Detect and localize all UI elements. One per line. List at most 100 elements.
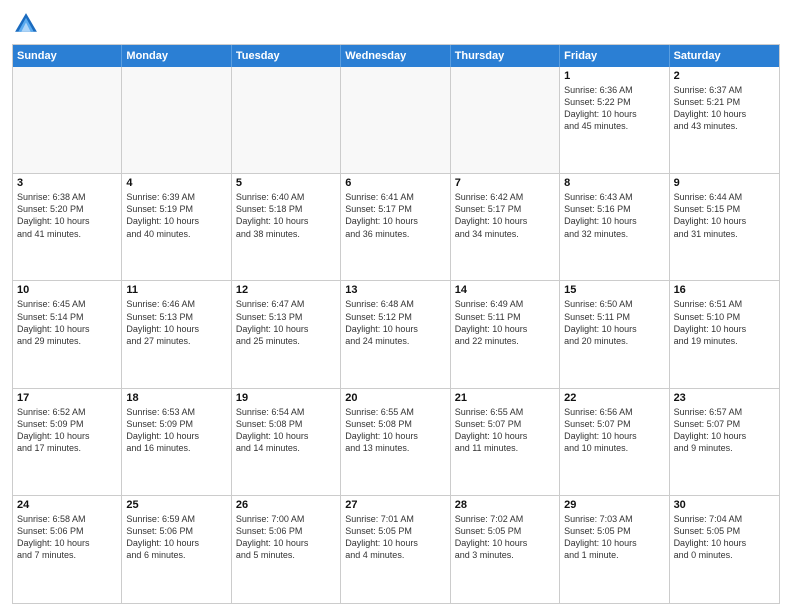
logo-icon bbox=[12, 10, 40, 38]
calendar-cell: 13 Sunrise: 6:48 AM Sunset: 5:12 PM Dayli… bbox=[341, 281, 450, 387]
weekday-header: Thursday bbox=[451, 45, 560, 67]
calendar-cell: 9 Sunrise: 6:44 AM Sunset: 5:15 PM Daylig… bbox=[670, 174, 779, 280]
calendar-cell: 15 Sunrise: 6:50 AM Sunset: 5:11 PM Dayli… bbox=[560, 281, 669, 387]
day-info: Sunrise: 6:50 AM Sunset: 5:11 PM Dayligh… bbox=[564, 298, 664, 347]
day-number: 21 bbox=[455, 392, 555, 404]
day-info: Sunrise: 6:55 AM Sunset: 5:08 PM Dayligh… bbox=[345, 406, 445, 455]
day-info: Sunrise: 6:53 AM Sunset: 5:09 PM Dayligh… bbox=[126, 406, 226, 455]
day-number: 28 bbox=[455, 499, 555, 511]
calendar-cell: 8 Sunrise: 6:43 AM Sunset: 5:16 PM Daylig… bbox=[560, 174, 669, 280]
day-number: 12 bbox=[236, 284, 336, 296]
calendar-cell: 22 Sunrise: 6:56 AM Sunset: 5:07 PM Dayli… bbox=[560, 389, 669, 495]
calendar-cell: 10Sunrise: 6:45 AM Sunset: 5:14 PM Dayli… bbox=[13, 281, 122, 387]
day-number: 11 bbox=[126, 284, 226, 296]
day-number: 9 bbox=[674, 177, 775, 189]
day-number: 19 bbox=[236, 392, 336, 404]
calendar-cell: 4 Sunrise: 6:39 AM Sunset: 5:19 PM Daylig… bbox=[122, 174, 231, 280]
day-number: 16 bbox=[674, 284, 775, 296]
day-info: Sunrise: 6:48 AM Sunset: 5:12 PM Dayligh… bbox=[345, 298, 445, 347]
page: SundayMondayTuesdayWednesdayThursdayFrid… bbox=[0, 0, 792, 612]
day-info: Sunrise: 7:02 AM Sunset: 5:05 PM Dayligh… bbox=[455, 513, 555, 562]
logo bbox=[12, 10, 44, 38]
calendar-cell: 11 Sunrise: 6:46 AM Sunset: 5:13 PM Dayli… bbox=[122, 281, 231, 387]
day-number: 24 bbox=[17, 499, 117, 511]
day-info: Sunrise: 6:37 AM Sunset: 5:21 PM Dayligh… bbox=[674, 84, 775, 133]
day-info: Sunrise: 6:54 AM Sunset: 5:08 PM Dayligh… bbox=[236, 406, 336, 455]
day-number: 18 bbox=[126, 392, 226, 404]
day-number: 3 bbox=[17, 177, 117, 189]
day-number: 22 bbox=[564, 392, 664, 404]
day-info: Sunrise: 6:47 AM Sunset: 5:13 PM Dayligh… bbox=[236, 298, 336, 347]
calendar-body: 1Sunrise: 6:36 AM Sunset: 5:22 PM Daylig… bbox=[13, 67, 779, 603]
day-number: 27 bbox=[345, 499, 445, 511]
calendar-cell: 18 Sunrise: 6:53 AM Sunset: 5:09 PM Dayli… bbox=[122, 389, 231, 495]
calendar-row: 1Sunrise: 6:36 AM Sunset: 5:22 PM Daylig… bbox=[13, 67, 779, 174]
weekday-header: Monday bbox=[122, 45, 231, 67]
day-info: Sunrise: 6:46 AM Sunset: 5:13 PM Dayligh… bbox=[126, 298, 226, 347]
weekday-header: Sunday bbox=[13, 45, 122, 67]
calendar-cell: 28 Sunrise: 7:02 AM Sunset: 5:05 PM Dayli… bbox=[451, 496, 560, 603]
day-number: 30 bbox=[674, 499, 775, 511]
day-info: Sunrise: 6:40 AM Sunset: 5:18 PM Dayligh… bbox=[236, 191, 336, 240]
day-info: Sunrise: 6:55 AM Sunset: 5:07 PM Dayligh… bbox=[455, 406, 555, 455]
day-info: Sunrise: 7:00 AM Sunset: 5:06 PM Dayligh… bbox=[236, 513, 336, 562]
calendar-cell: 5 Sunrise: 6:40 AM Sunset: 5:18 PM Daylig… bbox=[232, 174, 341, 280]
day-number: 13 bbox=[345, 284, 445, 296]
day-number: 29 bbox=[564, 499, 664, 511]
calendar-row: 3Sunrise: 6:38 AM Sunset: 5:20 PM Daylig… bbox=[13, 174, 779, 281]
day-info: Sunrise: 7:01 AM Sunset: 5:05 PM Dayligh… bbox=[345, 513, 445, 562]
day-info: Sunrise: 6:42 AM Sunset: 5:17 PM Dayligh… bbox=[455, 191, 555, 240]
day-info: Sunrise: 6:41 AM Sunset: 5:17 PM Dayligh… bbox=[345, 191, 445, 240]
day-number: 2 bbox=[674, 70, 775, 82]
calendar-cell: 24 Sunrise: 6:58 AM Sunset: 5:06 PM Dayli… bbox=[13, 496, 122, 603]
calendar-row: 24 Sunrise: 6:58 AM Sunset: 5:06 PM Dayli… bbox=[13, 496, 779, 603]
calendar-cell bbox=[122, 67, 231, 173]
calendar-cell: 27 Sunrise: 7:01 AM Sunset: 5:05 PM Dayli… bbox=[341, 496, 450, 603]
day-number: 20 bbox=[345, 392, 445, 404]
day-number: 8 bbox=[564, 177, 664, 189]
calendar-cell: 16 Sunrise: 6:51 AM Sunset: 5:10 PM Dayli… bbox=[670, 281, 779, 387]
day-info: Sunrise: 6:57 AM Sunset: 5:07 PM Dayligh… bbox=[674, 406, 775, 455]
day-info: Sunrise: 6:59 AM Sunset: 5:06 PM Dayligh… bbox=[126, 513, 226, 562]
calendar-row: 10Sunrise: 6:45 AM Sunset: 5:14 PM Dayli… bbox=[13, 281, 779, 388]
calendar-cell: 21 Sunrise: 6:55 AM Sunset: 5:07 PM Dayli… bbox=[451, 389, 560, 495]
weekday-header: Saturday bbox=[670, 45, 779, 67]
day-number: 5 bbox=[236, 177, 336, 189]
day-info: Sunrise: 7:03 AM Sunset: 5:05 PM Dayligh… bbox=[564, 513, 664, 562]
calendar-cell: 30 Sunrise: 7:04 AM Sunset: 5:05 PM Dayli… bbox=[670, 496, 779, 603]
calendar-cell: 26 Sunrise: 7:00 AM Sunset: 5:06 PM Dayli… bbox=[232, 496, 341, 603]
day-info: Sunrise: 6:44 AM Sunset: 5:15 PM Dayligh… bbox=[674, 191, 775, 240]
day-info: Sunrise: 6:58 AM Sunset: 5:06 PM Dayligh… bbox=[17, 513, 117, 562]
calendar-cell: 17 Sunrise: 6:52 AM Sunset: 5:09 PM Dayli… bbox=[13, 389, 122, 495]
day-number: 23 bbox=[674, 392, 775, 404]
calendar-cell: 19 Sunrise: 6:54 AM Sunset: 5:08 PM Dayli… bbox=[232, 389, 341, 495]
day-number: 26 bbox=[236, 499, 336, 511]
day-info: Sunrise: 7:04 AM Sunset: 5:05 PM Dayligh… bbox=[674, 513, 775, 562]
day-info: Sunrise: 6:39 AM Sunset: 5:19 PM Dayligh… bbox=[126, 191, 226, 240]
day-info: Sunrise: 6:56 AM Sunset: 5:07 PM Dayligh… bbox=[564, 406, 664, 455]
calendar-cell: 20 Sunrise: 6:55 AM Sunset: 5:08 PM Dayli… bbox=[341, 389, 450, 495]
day-number: 14 bbox=[455, 284, 555, 296]
day-info: Sunrise: 6:49 AM Sunset: 5:11 PM Dayligh… bbox=[455, 298, 555, 347]
day-number: 6 bbox=[345, 177, 445, 189]
calendar-cell: 1Sunrise: 6:36 AM Sunset: 5:22 PM Daylig… bbox=[560, 67, 669, 173]
calendar-cell: 25Sunrise: 6:59 AM Sunset: 5:06 PM Dayli… bbox=[122, 496, 231, 603]
weekday-header: Friday bbox=[560, 45, 669, 67]
day-number: 10 bbox=[17, 284, 117, 296]
day-info: Sunrise: 6:51 AM Sunset: 5:10 PM Dayligh… bbox=[674, 298, 775, 347]
day-info: Sunrise: 6:52 AM Sunset: 5:09 PM Dayligh… bbox=[17, 406, 117, 455]
day-number: 4 bbox=[126, 177, 226, 189]
calendar-cell: 14 Sunrise: 6:49 AM Sunset: 5:11 PM Dayli… bbox=[451, 281, 560, 387]
day-number: 7 bbox=[455, 177, 555, 189]
day-number: 1 bbox=[564, 70, 664, 82]
calendar-cell: 7 Sunrise: 6:42 AM Sunset: 5:17 PM Daylig… bbox=[451, 174, 560, 280]
calendar-cell: 23 Sunrise: 6:57 AM Sunset: 5:07 PM Dayli… bbox=[670, 389, 779, 495]
day-info: Sunrise: 6:43 AM Sunset: 5:16 PM Dayligh… bbox=[564, 191, 664, 240]
day-number: 17 bbox=[17, 392, 117, 404]
calendar-cell bbox=[341, 67, 450, 173]
day-number: 15 bbox=[564, 284, 664, 296]
calendar-cell: 29 Sunrise: 7:03 AM Sunset: 5:05 PM Dayli… bbox=[560, 496, 669, 603]
calendar-cell: 3Sunrise: 6:38 AM Sunset: 5:20 PM Daylig… bbox=[13, 174, 122, 280]
calendar-cell: 2 Sunrise: 6:37 AM Sunset: 5:21 PM Daylig… bbox=[670, 67, 779, 173]
weekday-header: Wednesday bbox=[341, 45, 450, 67]
